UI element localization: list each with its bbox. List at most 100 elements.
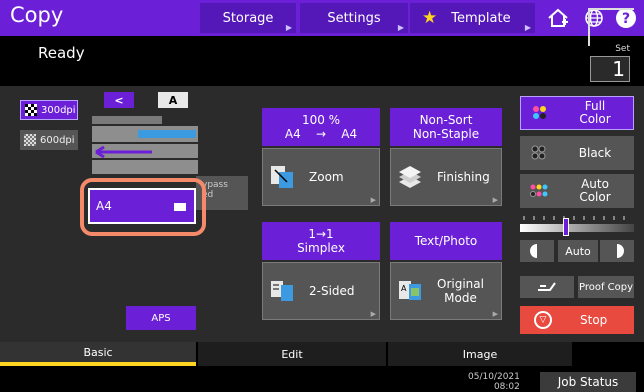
- auto-color-button[interactable]: Auto Color: [520, 174, 634, 208]
- paper-icon: [174, 203, 186, 211]
- original-mode-display[interactable]: Text/Photo: [390, 222, 502, 260]
- tab-storage-label: Storage: [222, 10, 274, 26]
- simplex-ratio: 1→1: [308, 227, 334, 241]
- zoom-paper-mapping: A4 → A4: [284, 127, 358, 141]
- app-title: Copy: [10, 3, 64, 27]
- tab-settings-label: Settings: [327, 10, 381, 26]
- original-mode-icon: A: [399, 281, 421, 300]
- interrupt-button[interactable]: [520, 276, 574, 298]
- interrupt-icon: [538, 282, 556, 291]
- aps-button[interactable]: APS: [126, 306, 196, 330]
- original-mode-button[interactable]: A Original Mode ▶: [390, 262, 502, 320]
- two-sided-button[interactable]: 2-Sided ▶: [262, 262, 380, 320]
- date-text: 05/10/2021: [468, 372, 520, 382]
- set-frame: [588, 8, 634, 46]
- paper-tray-label: A4: [96, 199, 112, 213]
- stop-icon: ▽: [534, 311, 552, 329]
- tab-basic[interactable]: Basic: [0, 342, 196, 366]
- date-time: 05/10/2021 08:02: [468, 372, 520, 392]
- footer: 05/10/2021 08:02 Job Status: [0, 366, 644, 392]
- copy-count-display[interactable]: 1: [590, 56, 630, 82]
- zoom-icon: [271, 166, 293, 188]
- tab-edit[interactable]: Edit: [198, 342, 386, 366]
- tab-image[interactable]: Image: [388, 342, 572, 366]
- simplex-mode: Simplex: [297, 241, 345, 255]
- proof-copy-label: Proof Copy: [578, 281, 634, 293]
- printer-illustration: [92, 116, 198, 174]
- half-moon-right-icon: [617, 244, 624, 258]
- orientation-landscape-button[interactable]: <: [104, 92, 134, 108]
- full-color-label-wrap: Full Color: [557, 100, 633, 126]
- arrow-icon: ▶: [370, 196, 376, 204]
- auto-color-label-wrap: Auto Color: [556, 178, 634, 204]
- original-mode-value: Text/Photo: [414, 234, 478, 248]
- bottom-tab-bar: Basic Edit Image: [0, 342, 644, 366]
- full-color-button[interactable]: Full Color: [520, 96, 634, 130]
- tab-basic-label: Basic: [83, 345, 113, 359]
- finishing-sort: Non-Sort: [419, 113, 473, 127]
- job-status-label: Job Status: [557, 375, 619, 389]
- zoom-setting-display[interactable]: 100 % A4 → A4: [262, 108, 380, 146]
- tab-image-label: Image: [462, 347, 498, 361]
- job-status-button[interactable]: Job Status: [540, 372, 636, 392]
- original-mode-label-1: Original: [437, 277, 484, 291]
- orientation-landscape-icon: <: [114, 93, 124, 107]
- svg-text:A: A: [401, 284, 407, 293]
- density-auto-label: Auto: [565, 244, 591, 258]
- home-icon[interactable]: [542, 3, 574, 33]
- density-auto-button[interactable]: Auto: [558, 240, 598, 262]
- full-color-label-2: Color: [579, 112, 611, 126]
- half-moon-left-icon: [530, 244, 537, 258]
- set-label: Set: [615, 44, 630, 54]
- original-mode-label-2: Mode: [444, 291, 477, 305]
- density-darker-button[interactable]: [600, 240, 634, 262]
- status-area: Ready: [0, 36, 644, 86]
- original-mode-label-wrap: Original Mode: [437, 277, 484, 305]
- paper-tray-a4-button[interactable]: A4: [88, 188, 196, 224]
- checker-icon: [25, 104, 37, 116]
- time-text: 08:02: [493, 382, 520, 392]
- status-text: Ready: [38, 44, 85, 62]
- finishing-setting-display[interactable]: Non-Sort Non-Staple: [390, 108, 502, 146]
- auto-color-icon: [530, 184, 548, 197]
- tab-template-label: Template: [451, 10, 511, 26]
- resolution-600dpi-button[interactable]: 600dpi: [20, 130, 78, 150]
- black-button[interactable]: Black: [520, 136, 634, 170]
- density-slider-handle[interactable]: [562, 218, 569, 236]
- duplex-setting-display[interactable]: 1→1 Simplex: [262, 222, 380, 260]
- tab-storage[interactable]: Storage ▶: [200, 3, 296, 33]
- tab-arrow-icon: ▶: [285, 23, 292, 32]
- resolution-300dpi-label: 300dpi: [41, 104, 76, 116]
- density-slider[interactable]: [520, 224, 634, 232]
- two-sided-label: 2-Sided: [309, 284, 355, 298]
- stop-button[interactable]: ▽ Stop: [520, 306, 634, 334]
- finishing-button[interactable]: Finishing ▶: [390, 148, 502, 206]
- black-icon: [531, 145, 546, 160]
- density-lighter-button[interactable]: [520, 240, 554, 262]
- arrow-icon: ▶: [492, 196, 498, 204]
- finishing-staple: Non-Staple: [412, 127, 480, 141]
- two-sided-icon: [271, 281, 293, 301]
- zoom-label: Zoom: [309, 170, 344, 184]
- tab-arrow-icon: ▶: [524, 23, 531, 32]
- star-icon: ★: [422, 8, 438, 28]
- full-color-icon: [533, 106, 546, 119]
- aps-label: APS: [151, 312, 171, 324]
- zoom-button[interactable]: Zoom ▶: [262, 148, 380, 206]
- finishing-icon: [399, 166, 421, 188]
- auto-color-label-2: Color: [579, 190, 611, 204]
- arrow-icon: ▶: [370, 310, 376, 318]
- finishing-label: Finishing: [437, 170, 490, 184]
- zoom-percent: 100 %: [301, 113, 341, 127]
- proof-copy-button[interactable]: Proof Copy: [578, 276, 634, 298]
- tab-template[interactable]: ★ Template ▶: [410, 3, 535, 33]
- stop-label: Stop: [580, 313, 608, 327]
- black-label: Black: [578, 145, 612, 160]
- tab-edit-label: Edit: [281, 347, 303, 361]
- resolution-600dpi-label: 600dpi: [40, 134, 75, 146]
- tab-settings[interactable]: Settings ▶: [300, 3, 408, 33]
- orientation-portrait-icon: A: [168, 93, 178, 107]
- checker-icon: [24, 134, 36, 146]
- resolution-300dpi-button[interactable]: 300dpi: [20, 100, 78, 120]
- orientation-portrait-button[interactable]: A: [158, 92, 188, 108]
